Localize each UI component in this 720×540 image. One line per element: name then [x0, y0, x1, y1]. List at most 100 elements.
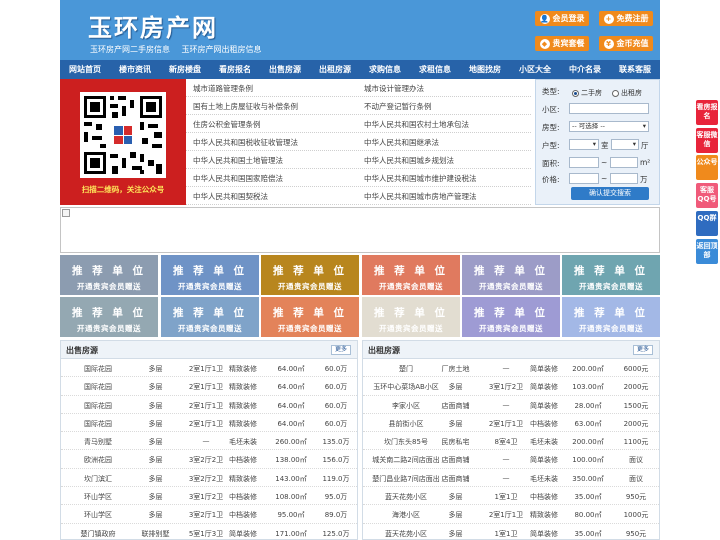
listing-row[interactable]: 楚门镇政府 联排别墅 5室1厅3卫 简单装修 171.00㎡ 125.0万 [61, 524, 357, 539]
wechat-float[interactable]: 客服微信 [696, 128, 718, 153]
back-to-top-float[interactable]: 返回顶部 [696, 239, 718, 264]
recommended-unit-ad[interactable]: 推 荐 单 位开通贵宾会员赠送 [161, 297, 259, 337]
policy-link[interactable]: 中华人民共和国税收征收管理法 [193, 137, 298, 148]
policy-link[interactable]: 国有土地上房屋征收与补偿条例 [193, 101, 298, 112]
listing-row[interactable]: 国际花园 多层 2室1厅1卫 精致装修 64.00㎡ 60.0万 [61, 359, 357, 378]
recommended-unit-ad[interactable]: 推 荐 单 位开通贵宾会员赠送 [362, 297, 460, 337]
coin-recharge-button[interactable]: ¥ 金币充值 [599, 36, 653, 51]
type-radio-sale[interactable]: 二手房 [572, 88, 602, 98]
policy-link[interactable]: 城市道路管理条例 [193, 83, 253, 94]
recommended-unit-ad[interactable]: 推 荐 单 位开通贵宾会员赠送 [60, 255, 158, 295]
policy-link[interactable]: 不动产登记暂行条例 [364, 101, 432, 112]
nav-want-buy[interactable]: 求购信息 [360, 60, 410, 79]
panel-title: 出租房源 [368, 346, 400, 355]
policy-link[interactable]: 中华人民共和国城市房地产管理法 [364, 191, 477, 202]
listing-community[interactable]: 环山学区 [63, 492, 133, 502]
vip-package-button[interactable]: ◆ 贵宾套餐 [535, 36, 589, 51]
area-max-input[interactable] [610, 157, 638, 168]
recommended-unit-ad[interactable]: 推 荐 单 位开通贵宾会员赠送 [362, 255, 460, 295]
type-radio-rent[interactable]: 出租房 [612, 88, 642, 98]
policy-link[interactable]: 中华人民共和国契税法 [193, 191, 268, 202]
site-logo-title[interactable]: 玉环房产网 [88, 8, 218, 43]
header-link-sale[interactable]: 玉环房产网二手房信息 [90, 45, 170, 54]
listing-community[interactable]: 国际花园 [63, 364, 133, 374]
nav-map[interactable]: 地图找房 [460, 60, 510, 79]
link-row: 中华人民共和国契税法 中华人民共和国城市房地产管理法 [186, 187, 531, 205]
nav-agencies[interactable]: 中介名录 [560, 60, 610, 79]
policy-link[interactable]: 中华人民共和国继承法 [364, 137, 439, 148]
official-account-float[interactable]: 公众号 [696, 155, 718, 180]
login-button[interactable]: 👤 会员登录 [535, 11, 589, 26]
more-link[interactable]: 更多 [330, 345, 351, 355]
room-select[interactable]: -- 可选择 -- ▾ [569, 121, 649, 132]
nav-sale[interactable]: 出售房源 [260, 60, 310, 79]
listing-row[interactable]: 国际花园 多层 2室1厅1卫 精致装修 64.00㎡ 60.0万 [61, 377, 357, 396]
area-min-input[interactable] [569, 157, 599, 168]
listing-row[interactable]: 青马别墅 多层 — 毛坯未装 260.00㎡ 135.0万 [61, 432, 357, 451]
listing-community[interactable]: 坎门滨汇 [63, 474, 133, 484]
nav-viewing-signup[interactable]: 看房报名 [210, 60, 260, 79]
listing-row[interactable]: 玉环中心菜场AB小区 多层 3室1厅2卫 简单装修 103.00㎡ 2000元 [363, 377, 659, 396]
nav-home[interactable]: 网站首页 [60, 60, 110, 79]
listing-row[interactable]: 国际花园 多层 2室1厅1卫 精致装修 64.00㎡ 60.0万 [61, 414, 357, 433]
listing-row[interactable]: 环山学区 多层 3室1厅2卫 中档装修 108.00㎡ 95.0万 [61, 487, 357, 506]
policy-link[interactable]: 中华人民共和国城乡规划法 [364, 155, 454, 166]
recommended-unit-ad[interactable]: 推 荐 单 位开通贵宾会员赠送 [161, 255, 259, 295]
price-min-input[interactable] [569, 173, 599, 184]
policy-link[interactable]: 中华人民共和国国家赔偿法 [193, 173, 283, 184]
policy-link[interactable]: 中华人民共和国城市维护建设税法 [364, 173, 477, 184]
listing-row[interactable]: 欧洲花园 多层 3室2厅2卫 中档装修 138.00㎡ 156.0万 [61, 450, 357, 469]
recommended-unit-ad[interactable]: 推 荐 单 位开通贵宾会员赠送 [261, 297, 359, 337]
policy-link[interactable]: 中华人民共和国农村土地承包法 [364, 119, 469, 130]
nav-news[interactable]: 楼市资讯 [110, 60, 160, 79]
listing-row[interactable]: 坎门滨汇 多层 3室2厅2卫 精致装修 143.00㎡ 119.0万 [61, 469, 357, 488]
room-label: 房型: [542, 123, 560, 132]
listing-row[interactable]: 蓝天花苑小区 多层 1室1卫 简单装修 35.00㎡ 950元 [363, 524, 659, 539]
listing-community[interactable]: 楚门镇政府 [63, 529, 133, 539]
listing-row[interactable]: 楚门 厂房土地 — 简单装修 200.00㎡ 6000元 [363, 359, 659, 378]
nav-communities[interactable]: 小区大全 [510, 60, 560, 79]
recommended-unit-ad[interactable]: 推 荐 单 位开通贵宾会员赠送 [261, 255, 359, 295]
listing-row[interactable]: 城关南二路2间店面出 店面商铺 — 简单装修 100.00㎡ 面议 [363, 450, 659, 469]
recommended-unit-ad[interactable]: 推 荐 单 位开通贵宾会员赠送 [562, 255, 660, 295]
policy-link[interactable]: 城市设计管理办法 [364, 83, 424, 94]
qq-float[interactable]: 客服QQ号 [696, 183, 718, 208]
policy-link[interactable]: 中华人民共和国土地管理法 [193, 155, 283, 166]
banner-ad[interactable] [60, 207, 660, 253]
recommended-unit-ad[interactable]: 推 荐 单 位开通贵宾会员赠送 [462, 297, 560, 337]
price-max-input[interactable] [610, 173, 638, 184]
community-input[interactable] [569, 103, 649, 114]
listing-row[interactable]: 坎门东头85号 民房私宅 8室4卫 毛坯未装 200.00㎡ 1100元 [363, 432, 659, 451]
header-link-rent[interactable]: 玉环房产网出租房信息 [182, 45, 262, 54]
viewing-signup-float[interactable]: 看房报名 [696, 100, 718, 125]
listing-building-type: 多层 [148, 419, 163, 428]
listing-row[interactable]: 县前街小区 多层 2室1厅1卫 中档装修 63.00㎡ 2000元 [363, 414, 659, 433]
listing-row[interactable]: 李家小区 店面商铺 — 简单装修 28.00㎡ 1500元 [363, 396, 659, 414]
policy-link[interactable]: 住房公积金管理条例 [193, 119, 261, 130]
more-link[interactable]: 更多 [632, 345, 653, 355]
listing-community[interactable]: 环山学区 [63, 510, 133, 520]
unit-hall-select[interactable]: ▾ [611, 139, 639, 150]
recommended-unit-ad[interactable]: 推 荐 单 位开通贵宾会员赠送 [60, 297, 158, 337]
listing-row[interactable]: 国际花园 多层 2室1厅1卫 精致装修 64.00㎡ 60.0万 [61, 396, 357, 414]
listing-community[interactable]: 国际花园 [63, 401, 133, 411]
listing-community[interactable]: 国际花园 [63, 382, 133, 392]
nav-new-homes[interactable]: 新房楼盘 [160, 60, 210, 79]
unit-room-select[interactable]: ▾ [569, 139, 599, 150]
recommended-unit-ad[interactable]: 推 荐 单 位开通贵宾会员赠送 [462, 255, 560, 295]
qq-group-float[interactable]: QQ群 [696, 211, 718, 236]
listing-community[interactable]: 国际花园 [63, 419, 133, 429]
nav-want-rent[interactable]: 求租信息 [410, 60, 460, 79]
listing-community[interactable]: 欧洲花园 [63, 455, 133, 465]
ad-title: 推 荐 单 位 [574, 265, 648, 277]
listing-row[interactable]: 楚门昌业路7间店面出 店面商铺 — 毛坯未装 350.00㎡ 面议 [363, 469, 659, 488]
listing-row[interactable]: 海港小区 多层 2室1厅1卫 精致装修 80.00㎡ 1000元 [363, 505, 659, 524]
nav-contact[interactable]: 联系客服 [610, 60, 660, 79]
register-button[interactable]: + 免费注册 [599, 11, 653, 26]
recommended-unit-ad[interactable]: 推 荐 单 位开通贵宾会员赠送 [562, 297, 660, 337]
listing-community[interactable]: 青马别墅 [63, 437, 133, 447]
listing-row[interactable]: 蓝天花苑小区 多层 1室1卫 中档装修 35.00㎡ 950元 [363, 487, 659, 506]
listing-row[interactable]: 环山学区 多层 3室2厅1卫 中档装修 95.00㎡ 89.0万 [61, 505, 357, 524]
nav-rent[interactable]: 出租房源 [310, 60, 360, 79]
search-submit-button[interactable]: 确认提交搜索 [571, 187, 649, 200]
